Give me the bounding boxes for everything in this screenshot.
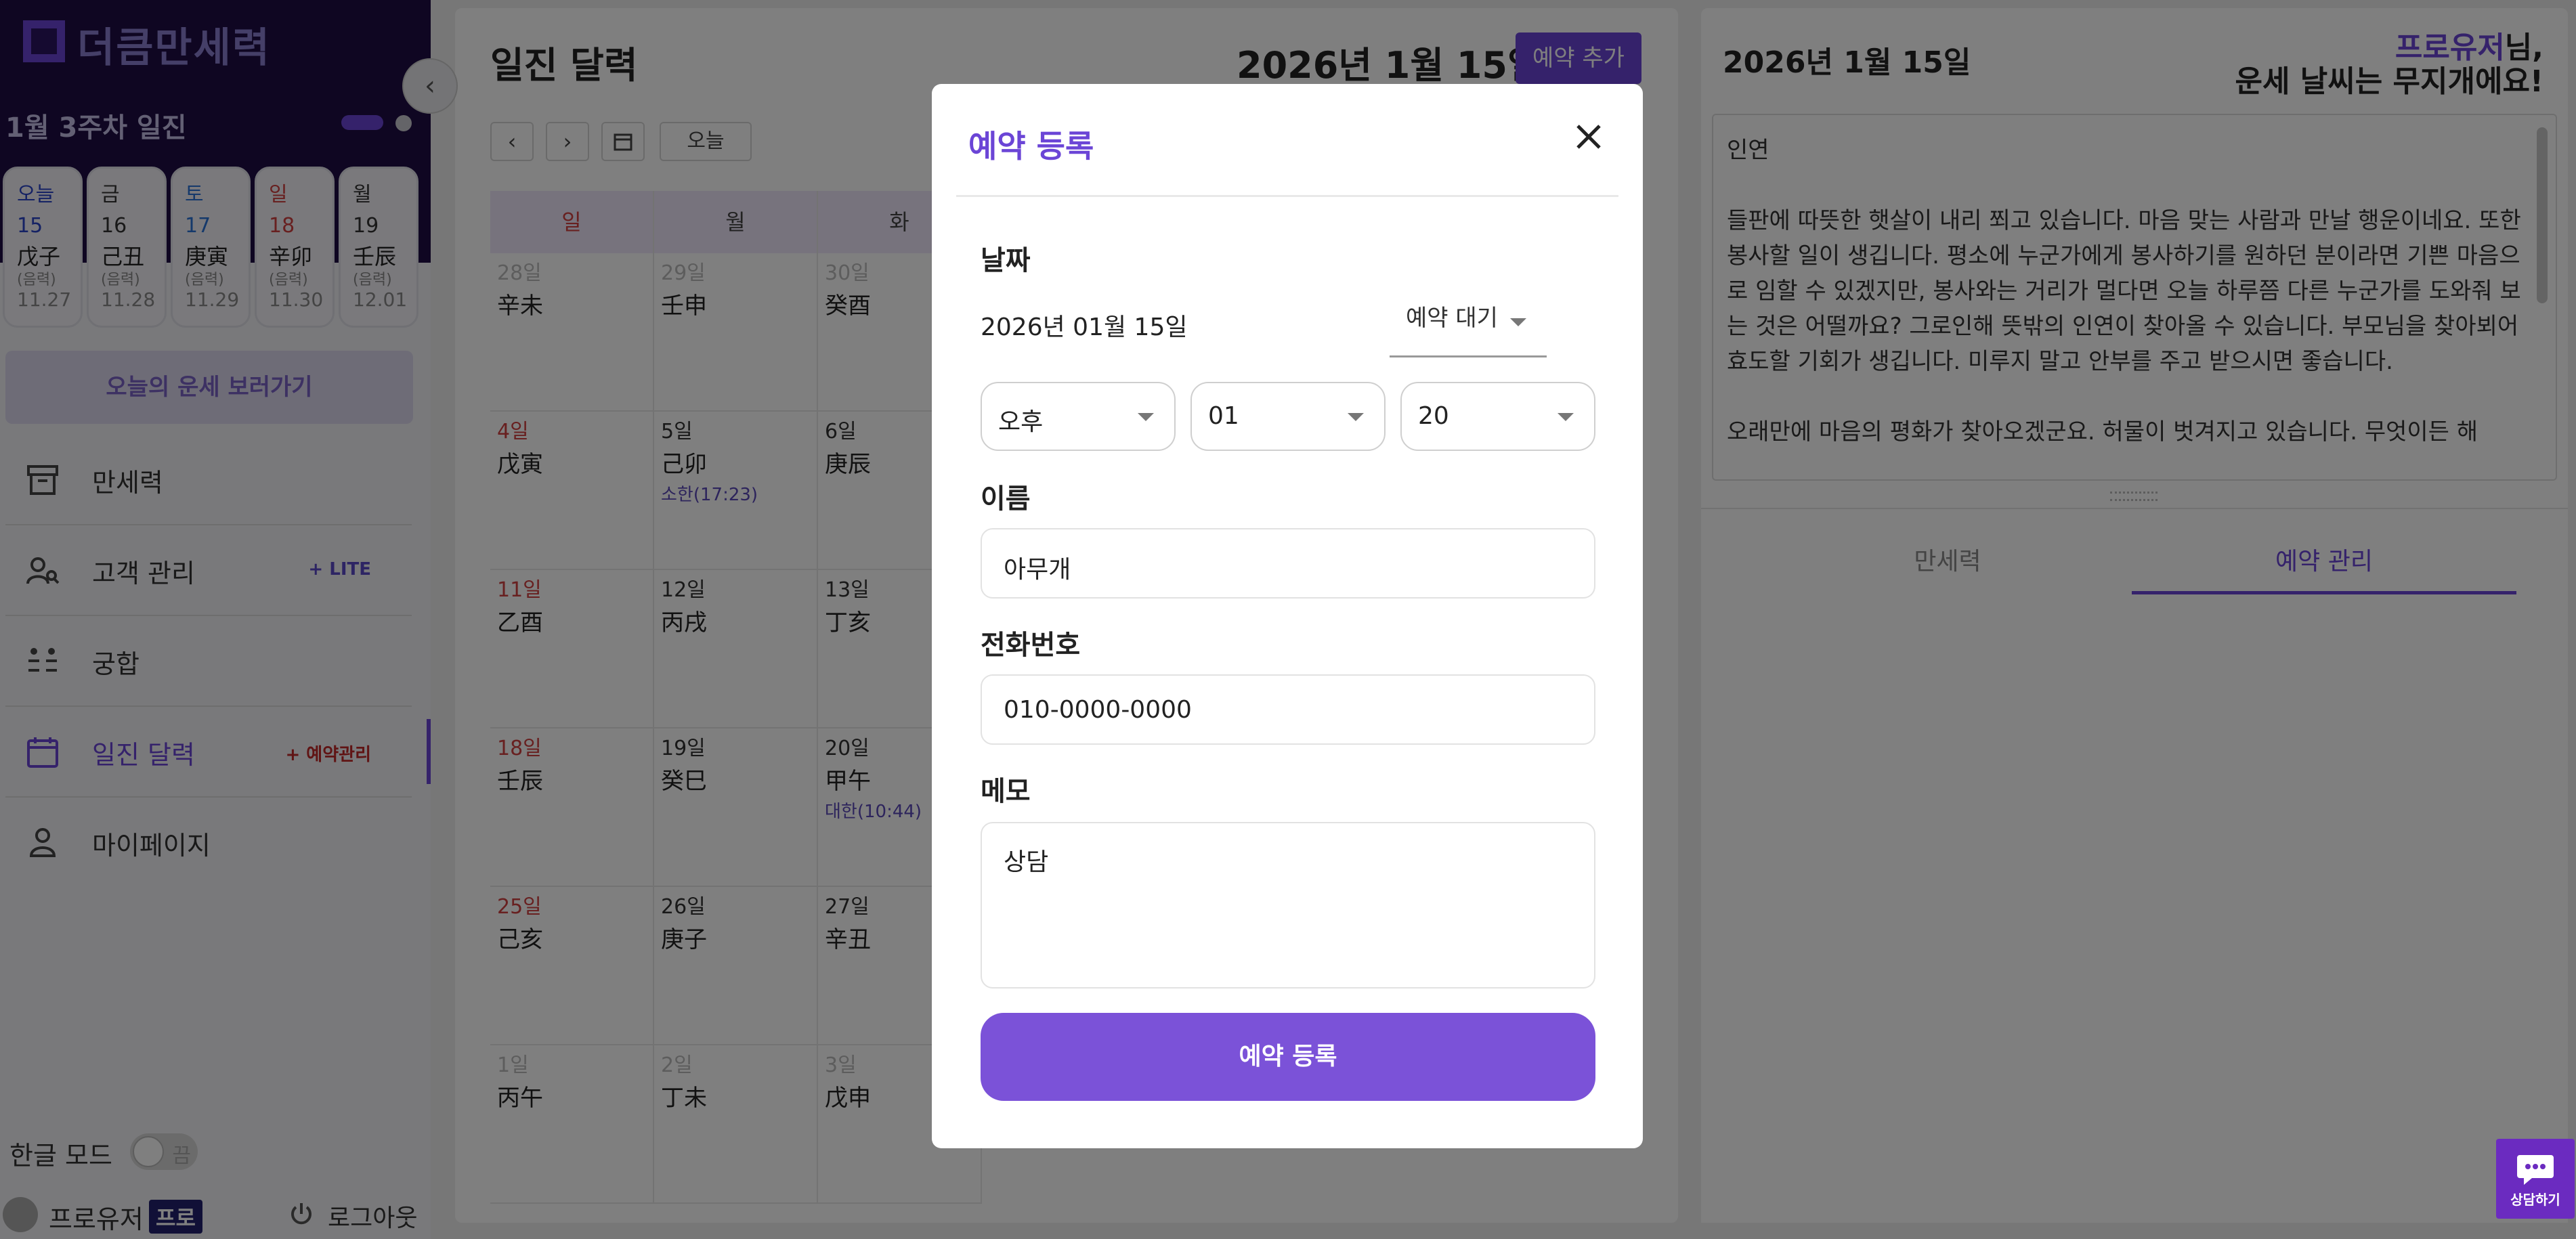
caret-down-icon — [1510, 318, 1526, 326]
date-label: 날짜 — [981, 245, 1031, 276]
date-value[interactable]: 2026년 01월 15일 — [981, 307, 1187, 343]
chat-bubble-icon — [2517, 1155, 2554, 1185]
minute-select[interactable]: 20 — [1400, 382, 1595, 451]
caret-down-icon — [1138, 413, 1154, 421]
hour-value: 01 — [1208, 402, 1239, 430]
submit-reservation-button[interactable]: 예약 등록 — [981, 1013, 1595, 1101]
minute-value: 20 — [1418, 402, 1449, 430]
caret-down-icon — [1558, 413, 1574, 421]
memo-textarea[interactable]: 상담 — [981, 822, 1595, 988]
status-value: 예약 대기 — [1406, 305, 1498, 332]
divider — [956, 195, 1618, 197]
chat-label: 상담하기 — [2510, 1192, 2560, 1208]
memo-label: 메모 — [981, 776, 1031, 807]
phone-input[interactable]: 010-0000-0000 — [981, 674, 1595, 745]
ampm-select[interactable]: 오후 — [981, 382, 1176, 451]
modal-title: 예약 등록 — [968, 128, 1094, 165]
caret-down-icon — [1348, 413, 1364, 421]
chat-button[interactable]: 상담하기 — [2496, 1139, 2575, 1219]
status-select[interactable]: 예약 대기 — [1390, 292, 1547, 357]
ampm-value: 오후 — [998, 408, 1044, 436]
phone-label: 전화번호 — [981, 630, 1081, 661]
close-icon[interactable] — [1572, 121, 1605, 153]
name-input[interactable]: 아무개 — [981, 528, 1595, 599]
hour-select[interactable]: 01 — [1190, 382, 1386, 451]
name-label: 이름 — [981, 483, 1031, 515]
reservation-modal: 예약 등록 날짜 2026년 01월 15일 예약 대기 오후 01 20 이름… — [932, 84, 1643, 1148]
